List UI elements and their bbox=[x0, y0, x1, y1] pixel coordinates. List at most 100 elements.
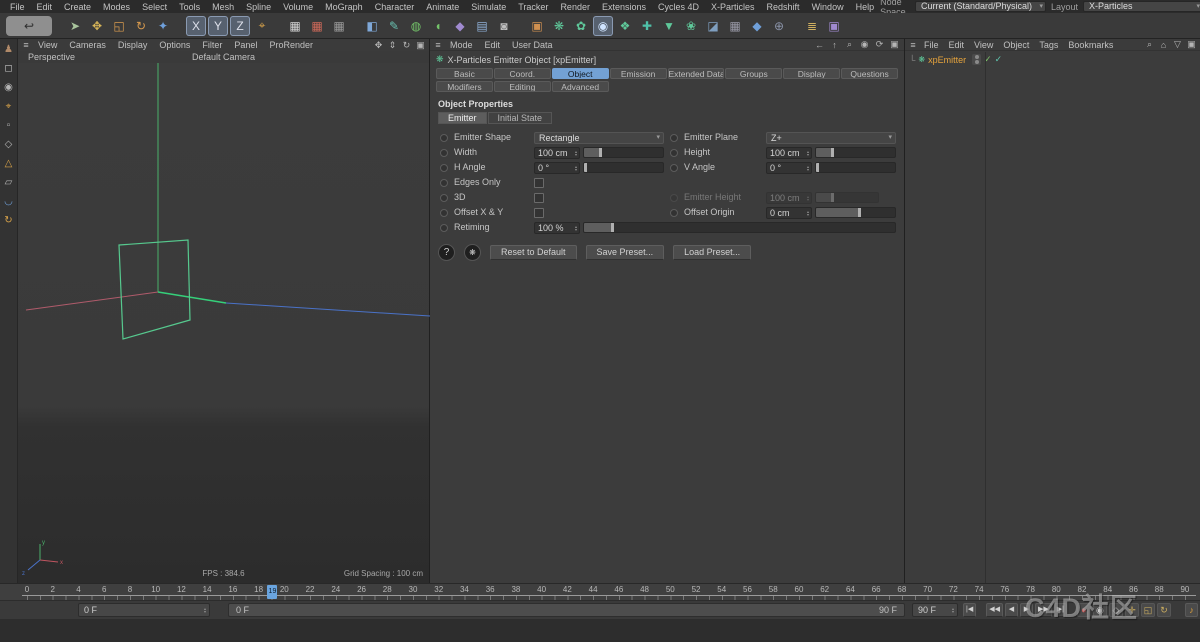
menu-tools[interactable]: Tools bbox=[173, 2, 206, 12]
xp-list-icon[interactable]: ≣ bbox=[802, 16, 822, 36]
menu-volume[interactable]: Volume bbox=[277, 2, 319, 12]
record-keyframe-icon[interactable]: ● bbox=[1076, 603, 1091, 617]
render-view-icon[interactable]: ▦ bbox=[285, 16, 305, 36]
keyframe-dot[interactable] bbox=[440, 178, 448, 187]
rotate-icon[interactable]: ↻ bbox=[131, 16, 151, 36]
retiming-input[interactable]: 100 % ▴ ▾ bbox=[534, 221, 580, 234]
offset-origin-slider[interactable] bbox=[815, 207, 896, 218]
attribute-menu-mode[interactable]: Mode bbox=[444, 40, 479, 50]
width-input[interactable]: 100 cm ▴ ▾ bbox=[534, 146, 580, 159]
load-preset-button[interactable]: Load Preset... bbox=[673, 245, 752, 260]
refresh-icon[interactable]: ⟳ bbox=[874, 39, 885, 50]
search-icon[interactable]: ⌕ bbox=[1144, 39, 1155, 50]
menu-modes[interactable]: Modes bbox=[97, 2, 136, 12]
viewport-view-label[interactable]: Perspective bbox=[28, 52, 75, 62]
object-manager-menu-tags[interactable]: Tags bbox=[1034, 40, 1063, 50]
axis-mode-icon[interactable]: ⌖ bbox=[2, 99, 16, 113]
xp-question-icon[interactable]: ✚ bbox=[637, 16, 657, 36]
emitter-shape-dropdown[interactable]: Rectangle bbox=[534, 131, 664, 144]
h-angle-slider[interactable] bbox=[583, 162, 664, 173]
lock-y-button[interactable]: Y bbox=[208, 15, 228, 36]
menu-file[interactable]: File bbox=[4, 2, 31, 12]
menu-extensions[interactable]: Extensions bbox=[596, 2, 652, 12]
magic-solo-icon[interactable]: ✦ bbox=[153, 16, 173, 36]
live-selection-icon[interactable]: ➤ bbox=[65, 16, 85, 36]
object-name[interactable]: xpEmitter bbox=[928, 55, 966, 65]
viewport-camera-label[interactable]: Default Camera bbox=[192, 52, 255, 62]
height-input[interactable]: 100 cm ▴ ▾ bbox=[766, 146, 812, 159]
tab-emission[interactable]: Emission bbox=[609, 68, 667, 79]
menu-create[interactable]: Create bbox=[58, 2, 97, 12]
menu-animate[interactable]: Animate bbox=[420, 2, 465, 12]
tab-modifiers[interactable]: Modifiers bbox=[436, 81, 493, 92]
spinner-icon[interactable]: ▴ ▾ bbox=[807, 209, 810, 216]
offset-xy-checkbox[interactable] bbox=[534, 207, 544, 218]
spinner-icon[interactable]: ▴ ▾ bbox=[807, 164, 810, 171]
menu-select[interactable]: Select bbox=[136, 2, 173, 12]
generator-icon[interactable]: ◍ bbox=[406, 16, 426, 36]
xp-cache-icon[interactable]: ▦ bbox=[725, 16, 745, 36]
undo-button[interactable]: ↩ bbox=[6, 15, 52, 36]
xp-generator-icon[interactable]: ✿ bbox=[571, 16, 591, 36]
keyframe-dot[interactable] bbox=[670, 133, 678, 142]
spinner-icon[interactable]: ▴ ▾ bbox=[952, 607, 955, 614]
lock-x-button[interactable]: X bbox=[186, 15, 206, 36]
xp-dynamics-icon[interactable]: ◆ bbox=[747, 16, 767, 36]
menu-mograph[interactable]: MoGraph bbox=[319, 2, 369, 12]
up-icon[interactable]: ↑ bbox=[829, 39, 840, 50]
tab-questions[interactable]: Questions bbox=[841, 68, 898, 79]
play-button[interactable]: ▶ bbox=[1019, 603, 1033, 617]
viewport-menu-prorender[interactable]: ProRender bbox=[263, 40, 319, 50]
spinner-icon[interactable]: ▴ ▾ bbox=[575, 224, 578, 231]
xp-data-icon[interactable]: ◪ bbox=[703, 16, 723, 36]
v-angle-input[interactable]: 0 ° ▴ ▾ bbox=[766, 161, 812, 174]
tab-object[interactable]: Object bbox=[551, 68, 609, 79]
menu-render[interactable]: Render bbox=[554, 2, 596, 12]
pin-icon[interactable]: ♟ bbox=[2, 42, 16, 56]
xp-box-icon[interactable]: ▣ bbox=[824, 16, 844, 36]
keyframe-dot[interactable] bbox=[440, 133, 448, 142]
keyframe-dot[interactable] bbox=[440, 163, 448, 172]
node-space-dropdown[interactable]: Current (Standard/Physical) bbox=[914, 1, 1047, 12]
menu-spline[interactable]: Spline bbox=[240, 2, 277, 12]
width-slider[interactable] bbox=[583, 147, 664, 158]
spinner-icon[interactable]: ▴ ▾ bbox=[204, 607, 207, 614]
tab-groups[interactable]: Groups bbox=[725, 68, 783, 79]
render-settings-icon[interactable]: ▦ bbox=[329, 16, 349, 36]
visibility-dots-icon[interactable] bbox=[972, 54, 982, 65]
panel-icon[interactable]: ▣ bbox=[889, 39, 900, 50]
xp-action-icon[interactable]: ▼ bbox=[659, 16, 679, 36]
xp-emitter-active-icon[interactable]: ◉ bbox=[593, 15, 613, 36]
object-manager-menu-bookmarks[interactable]: Bookmarks bbox=[1063, 40, 1118, 50]
keyframe-dot[interactable] bbox=[670, 148, 678, 157]
goto-end-button[interactable]: ▶| bbox=[1053, 603, 1067, 617]
menu-mesh[interactable]: Mesh bbox=[206, 2, 240, 12]
workplane-icon[interactable]: ▱ bbox=[2, 175, 16, 189]
viewport-menu-panel[interactable]: Panel bbox=[228, 40, 263, 50]
viewport-menu-view[interactable]: View bbox=[32, 40, 63, 50]
keyframe-selection-icon[interactable]: ◇ bbox=[1108, 603, 1123, 617]
end-frame-input[interactable]: 90 F ▴ ▾ bbox=[912, 603, 958, 617]
attribute-menu-user-data[interactable]: User Data bbox=[506, 40, 559, 50]
timeline-ruler[interactable]: 0 2 4 6 8 10 12 14 16 18 20 22 24 26 28 30 32 34 36 38 40 42 4… bbox=[0, 583, 1200, 600]
xp-group-icon[interactable]: ❀ bbox=[681, 16, 701, 36]
browser-icon[interactable]: ▣ bbox=[1186, 39, 1197, 50]
spinner-icon[interactable]: ▴ ▾ bbox=[807, 149, 810, 156]
menu-simulate[interactable]: Simulate bbox=[465, 2, 512, 12]
home-icon[interactable]: ⌂ bbox=[1158, 39, 1169, 50]
viewport-hamburger-icon[interactable]: ≡ bbox=[20, 40, 32, 50]
lock-z-button[interactable]: Z bbox=[230, 15, 250, 36]
attribute-hamburger-icon[interactable]: ≡ bbox=[432, 40, 444, 50]
menu-character[interactable]: Character bbox=[369, 2, 421, 12]
tab-emitter[interactable]: Emitter bbox=[438, 112, 487, 124]
menu-redshift[interactable]: Redshift bbox=[761, 2, 806, 12]
deformer-icon[interactable]: ◖ bbox=[428, 16, 448, 36]
viewport-menu-cameras[interactable]: Cameras bbox=[63, 40, 112, 50]
scale-record-icon[interactable]: ◱ bbox=[1140, 603, 1155, 617]
object-manager-menu-file[interactable]: File bbox=[919, 40, 944, 50]
menu-window[interactable]: Window bbox=[806, 2, 850, 12]
tab-advanced[interactable]: Advanced bbox=[551, 81, 609, 92]
camera-icon[interactable]: ◙ bbox=[494, 16, 514, 36]
next-frame-button[interactable]: ▶▶ bbox=[1034, 603, 1052, 617]
primitive-cube-icon[interactable]: ◧ bbox=[362, 16, 382, 36]
